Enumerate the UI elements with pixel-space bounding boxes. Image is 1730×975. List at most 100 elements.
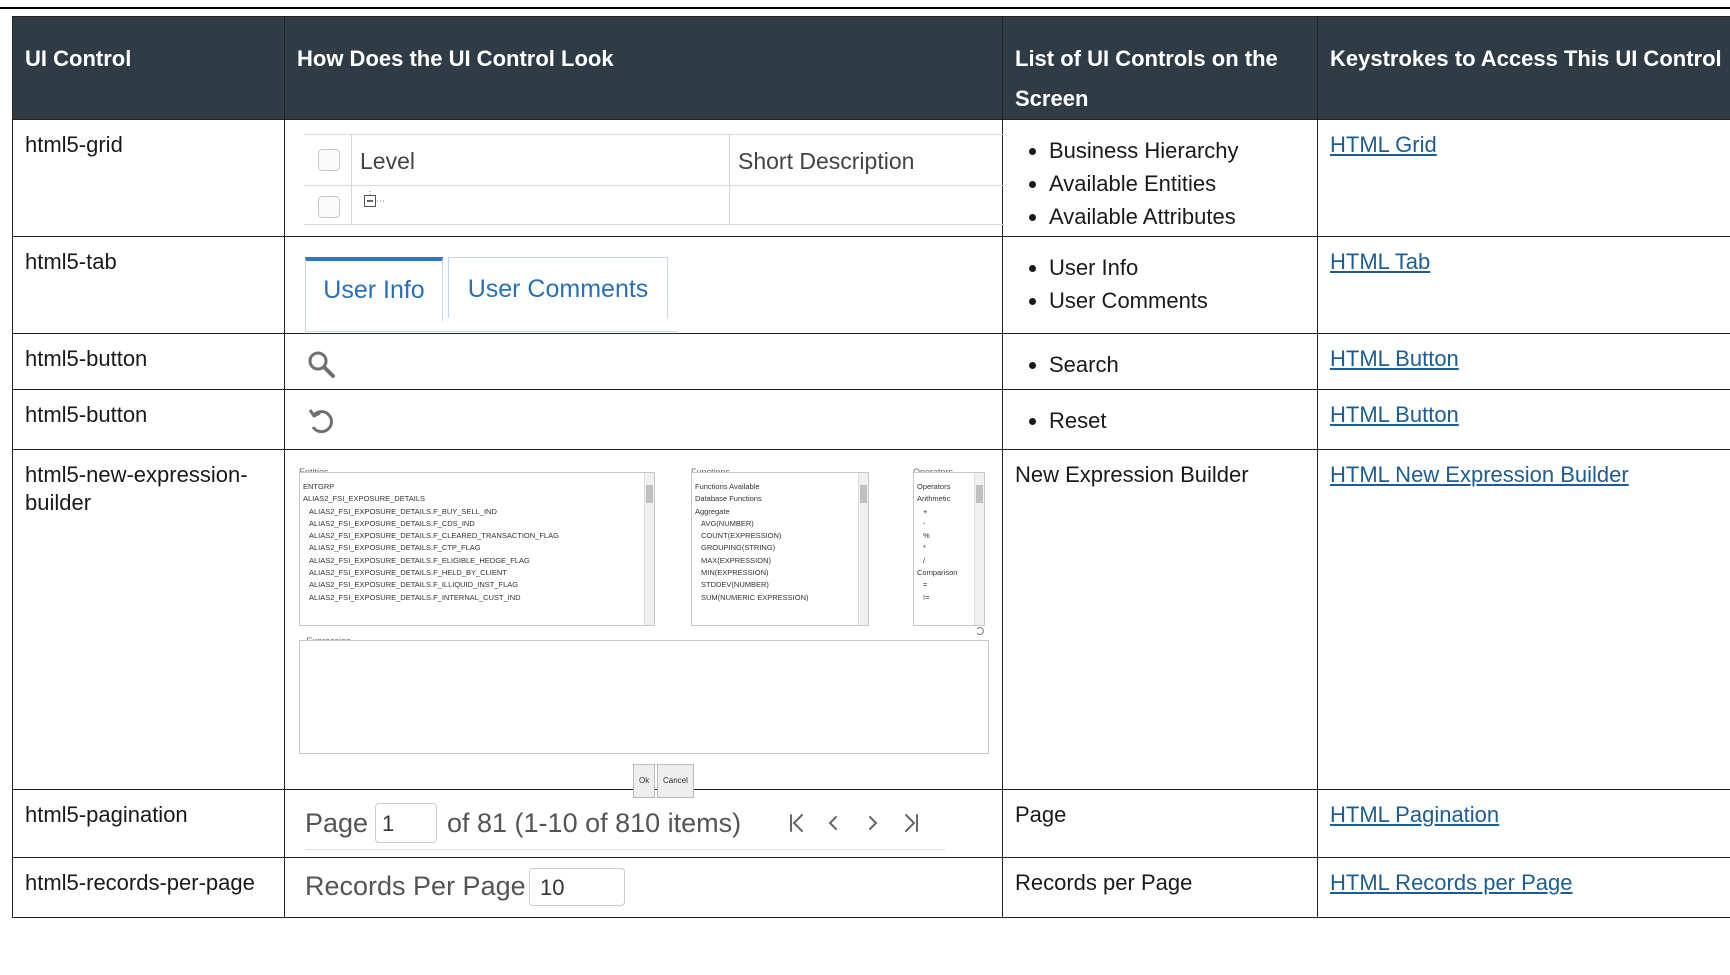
control-name: html5-button [12,389,285,450]
grid-illustration: Level Short Description [304,134,1004,225]
scrollbar[interactable] [974,473,984,625]
keystroke-cell: HTML Pagination [1317,789,1730,858]
previous-page-icon [828,816,837,830]
first-page-icon [790,814,803,832]
list-item[interactable]: ALIAS2_FSI_EXPOSURE_DETAILS.F_CTP_FLAG [303,542,654,554]
list-item[interactable]: Functions Available [695,481,868,493]
illustration-cell [284,333,1003,390]
control-name: html5-tab [12,236,285,334]
header-ui-control: UI Control [12,16,285,120]
list-item[interactable]: ALIAS2_FSI_EXPOSURE_DETAILS.F_BUY_SELL_I… [303,506,654,518]
list-item: Search [1049,345,1305,384]
control-name: html5-grid [12,119,285,237]
page-number-input[interactable]: 1 [375,803,437,843]
list-item[interactable]: Aggregate [695,506,868,518]
list-item[interactable]: AVG(NUMBER) [695,518,868,530]
list-item[interactable]: ALIAS2_FSI_EXPOSURE_DETAILS [303,493,654,505]
header-how-look: How Does the UI Control Look [284,16,1003,120]
list-item[interactable]: ALIAS2_FSI_EXPOSURE_DETAILS.F_ILLIQUID_I… [303,579,654,591]
table-row: html5-pagination Page 1 of 81 (1-10 of 8… [12,789,1730,858]
functions-list[interactable]: Functions Available Database Functions A… [691,472,869,626]
tab-label: User Info [323,276,425,304]
tab-illustration: User Info User Comments [305,257,685,335]
header-row: UI Control How Does the UI Control Look … [12,16,1730,120]
records-per-page-illustration: Records Per Page 10 [305,868,665,908]
table-row: html5-new-expression-builder Entities Fu… [12,449,1730,798]
link-html-tab[interactable]: HTML Tab [1330,249,1430,274]
link-html-records-per-page[interactable]: HTML Records per Page [1330,870,1573,895]
list-item[interactable]: COUNT(EXPRESSION) [695,530,868,542]
control-desc: Records per Page [1002,857,1318,918]
checkbox-icon [318,196,340,218]
control-list: Reset [1002,389,1318,450]
list-item: User Comments [1049,281,1305,320]
scrollbar[interactable] [644,473,654,625]
header-list-controls: List of UI Controls on the Screen [1002,16,1318,120]
list-item[interactable]: ALIAS2_FSI_EXPOSURE_DETAILS.F_INTERNAL_C… [303,592,654,604]
list-item[interactable]: ALIAS2_FSI_EXPOSURE_DETAILS.F_ELIGIBLE_H… [303,555,654,567]
tab-user-info[interactable]: User Info [305,257,443,321]
list-item[interactable]: GROUPING(STRING) [695,542,868,554]
checkbox-icon [318,149,340,171]
list-item[interactable]: ALIAS2_FSI_EXPOSURE_DETAILS.F_HELD_BY_CL… [303,567,654,579]
list-item[interactable]: STDDEV(NUMBER) [695,579,868,591]
keystroke-cell: HTML Button [1317,389,1730,450]
illustration-cell [284,389,1003,450]
control-name: html5-pagination [12,789,285,858]
next-page-icon [869,816,878,830]
control-list: User Info User Comments [1002,236,1318,334]
list-item: Available Attributes [1049,197,1305,236]
tab-user-comments[interactable]: User Comments [448,257,668,318]
link-html-grid[interactable]: HTML Grid [1330,132,1437,157]
illustration-cell: User Info User Comments [284,236,1003,335]
table-row: html5-grid Level Short Description • Bus… [12,119,1730,237]
illustration-cell: Records Per Page 10 [284,857,1003,918]
page-label: Page [305,808,369,838]
list-item[interactable]: ALIAS2_FSI_EXPOSURE_DETAILS.F_CLEARED_TR… [303,530,654,542]
collapse-node-icon [364,191,386,207]
control-desc: New Expression Builder [1002,449,1318,790]
control-list: Business Hierarchy Available Entities Av… [1002,119,1318,237]
reset-icon[interactable] [307,407,337,437]
control-name: html5-new-expression-builder [12,449,285,790]
last-page-icon [905,814,918,832]
header-keystrokes: Keystrokes to Access This UI Control [1317,16,1730,120]
list-item: Reset [1049,401,1305,440]
table-row: html5-button Search HTML Button [12,333,1730,390]
pagination-nav [790,814,918,832]
illustration-cell: Level Short Description [284,119,1004,237]
keystroke-cell: HTML Grid [1317,119,1730,237]
list-item[interactable]: MIN(EXPRESSION) [695,567,868,579]
list-item[interactable]: Database Functions [695,493,868,505]
keystroke-cell: HTML Button [1317,333,1730,390]
records-per-page-input[interactable]: 10 [529,868,625,906]
illustration-cell: Page 1 of 81 (1-10 of 810 items) [284,789,1003,858]
link-html-button[interactable]: HTML Button [1330,402,1459,427]
search-icon[interactable] [307,350,337,380]
reset-icon[interactable] [975,626,985,636]
table-row: html5-button Reset HTML Button [12,389,1730,450]
page-summary: of 81 (1-10 of 810 items) [447,808,742,838]
link-html-pagination[interactable]: HTML Pagination [1330,802,1499,827]
expression-textarea[interactable] [299,640,989,754]
control-list: Search [1002,333,1318,390]
scrollbar[interactable] [858,473,868,625]
tab-label: User Comments [467,275,649,303]
grid-col-short-description: Short Description [738,148,915,174]
ui-controls-table: UI Control How Does the UI Control Look … [12,16,1730,918]
list-item[interactable]: MAX(EXPRESSION) [695,555,868,567]
keystroke-cell: HTML New Expression Builder [1317,449,1730,790]
link-html-button[interactable]: HTML Button [1330,346,1459,371]
link-html-new-expression-builder[interactable]: HTML New Expression Builder [1330,462,1629,487]
list-item[interactable]: ENTGRP [303,481,654,493]
keystroke-cell: HTML Records per Page [1317,857,1730,918]
grid-col-level: Level [360,148,415,174]
table-row: html5-tab User Info User Comments User I… [12,236,1730,335]
control-name: html5-button [12,333,285,390]
list-item[interactable]: SUM(NUMERIC EXPRESSION) [695,592,868,604]
operators-list[interactable]: Operators Arithmetic + - % * / Compariso… [913,472,985,626]
table-row: html5-records-per-page Records Per Page … [12,857,1730,918]
entities-list[interactable]: ENTGRP ALIAS2_FSI_EXPOSURE_DETAILS ALIAS… [299,472,655,626]
list-item[interactable]: ALIAS2_FSI_EXPOSURE_DETAILS.F_CDS_IND [303,518,654,530]
illustration-cell: Entities Functions Operators ENTGRP ALIA… [284,449,1003,798]
